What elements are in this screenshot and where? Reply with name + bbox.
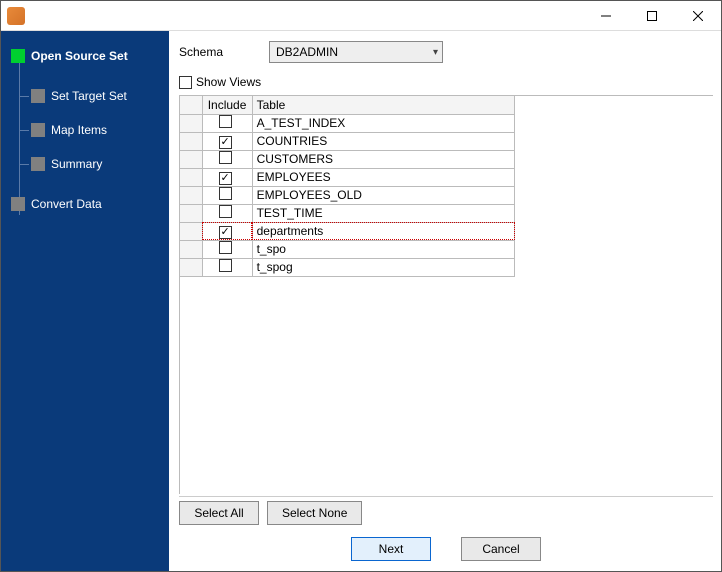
nav-status-icon <box>31 89 45 103</box>
maximize-button[interactable] <box>629 1 675 30</box>
minimize-button[interactable] <box>583 1 629 30</box>
show-views-row: Show Views <box>179 75 713 89</box>
wizard-window: Open Source Set Set Target Set Map Items Su… <box>0 0 722 572</box>
table-row[interactable]: EMPLOYEES <box>180 168 515 186</box>
include-checkbox[interactable] <box>219 205 232 218</box>
grid-corner <box>180 96 202 114</box>
include-cell <box>202 186 252 204</box>
nav-item-convert-data[interactable]: Convert Data <box>1 193 169 215</box>
table-row[interactable]: t_spo <box>180 240 515 258</box>
include-checkbox[interactable] <box>219 151 232 164</box>
nav-status-icon <box>31 157 45 171</box>
table-name-cell: CUSTOMERS <box>252 150 514 168</box>
nav-status-icon <box>11 197 25 211</box>
body: Open Source Set Set Target Set Map Items Su… <box>1 31 721 571</box>
include-cell <box>202 168 252 186</box>
row-header[interactable] <box>180 258 202 276</box>
row-header[interactable] <box>180 168 202 186</box>
nav-status-icon <box>31 123 45 137</box>
include-cell <box>202 222 252 240</box>
table-name-cell: COUNTRIES <box>252 132 514 150</box>
schema-row: Schema DB2ADMIN ▾ <box>179 41 713 63</box>
include-cell <box>202 258 252 276</box>
next-button[interactable]: Next <box>351 537 431 561</box>
tables-grid: Include Table A_TEST_INDEXCOUNTRIESCUSTO… <box>180 96 515 277</box>
schema-select[interactable]: DB2ADMIN ▾ <box>269 41 443 63</box>
nav-label: Open Source Set <box>31 49 128 63</box>
nav-item-summary[interactable]: Summary <box>1 153 169 175</box>
include-cell <box>202 240 252 258</box>
wizard-sidebar: Open Source Set Set Target Set Map Items Su… <box>1 31 169 571</box>
schema-label: Schema <box>179 45 269 59</box>
include-cell <box>202 132 252 150</box>
table-row[interactable]: COUNTRIES <box>180 132 515 150</box>
column-header-table[interactable]: Table <box>252 96 514 114</box>
nav-item-map-items[interactable]: Map Items <box>1 119 169 141</box>
include-checkbox[interactable] <box>219 226 232 239</box>
include-cell <box>202 204 252 222</box>
include-cell <box>202 150 252 168</box>
table-row[interactable]: EMPLOYEES_OLD <box>180 186 515 204</box>
select-all-button[interactable]: Select All <box>179 501 259 525</box>
nav-item-open-source-set[interactable]: Open Source Set <box>1 45 169 67</box>
include-checkbox[interactable] <box>219 187 232 200</box>
table-name-cell: departments <box>252 222 514 240</box>
show-views-checkbox[interactable] <box>179 76 192 89</box>
include-checkbox[interactable] <box>219 259 232 272</box>
footer-buttons-row: Next Cancel <box>179 529 713 565</box>
titlebar <box>1 1 721 31</box>
row-header[interactable] <box>180 114 202 132</box>
nav-item-set-target-set[interactable]: Set Target Set <box>1 85 169 107</box>
include-checkbox[interactable] <box>219 241 232 254</box>
schema-selected-value: DB2ADMIN <box>276 45 338 59</box>
cancel-button[interactable]: Cancel <box>461 537 541 561</box>
app-icon <box>7 7 25 25</box>
column-header-include[interactable]: Include <box>202 96 252 114</box>
table-row[interactable]: A_TEST_INDEX <box>180 114 515 132</box>
table-name-cell: EMPLOYEES <box>252 168 514 186</box>
table-name-cell: t_spog <box>252 258 514 276</box>
table-name-cell: A_TEST_INDEX <box>252 114 514 132</box>
include-checkbox[interactable] <box>219 136 232 149</box>
table-name-cell: TEST_TIME <box>252 204 514 222</box>
row-header[interactable] <box>180 240 202 258</box>
table-name-cell: t_spo <box>252 240 514 258</box>
row-header[interactable] <box>180 150 202 168</box>
nav-label: Convert Data <box>31 197 102 211</box>
include-checkbox[interactable] <box>219 115 232 128</box>
nav-status-icon <box>11 49 25 63</box>
row-header[interactable] <box>180 186 202 204</box>
select-none-button[interactable]: Select None <box>267 501 362 525</box>
table-row[interactable]: t_spog <box>180 258 515 276</box>
include-checkbox[interactable] <box>219 172 232 185</box>
row-header[interactable] <box>180 204 202 222</box>
row-header[interactable] <box>180 132 202 150</box>
selection-buttons-row: Select All Select None <box>179 496 713 529</box>
close-button[interactable] <box>675 1 721 30</box>
table-row[interactable]: CUSTOMERS <box>180 150 515 168</box>
table-row[interactable]: departments <box>180 222 515 240</box>
show-views-label: Show Views <box>196 75 261 89</box>
chevron-down-icon: ▾ <box>433 47 438 58</box>
window-controls <box>583 1 721 30</box>
nav-label: Map Items <box>51 123 107 137</box>
include-cell <box>202 114 252 132</box>
table-name-cell: EMPLOYEES_OLD <box>252 186 514 204</box>
nav-label: Set Target Set <box>51 89 127 103</box>
table-row[interactable]: TEST_TIME <box>180 204 515 222</box>
row-header[interactable] <box>180 222 202 240</box>
nav-label: Summary <box>51 157 102 171</box>
main-panel: Schema DB2ADMIN ▾ Show Views Include Ta <box>169 31 721 571</box>
tables-grid-container: Include Table A_TEST_INDEXCOUNTRIESCUSTO… <box>179 95 713 494</box>
